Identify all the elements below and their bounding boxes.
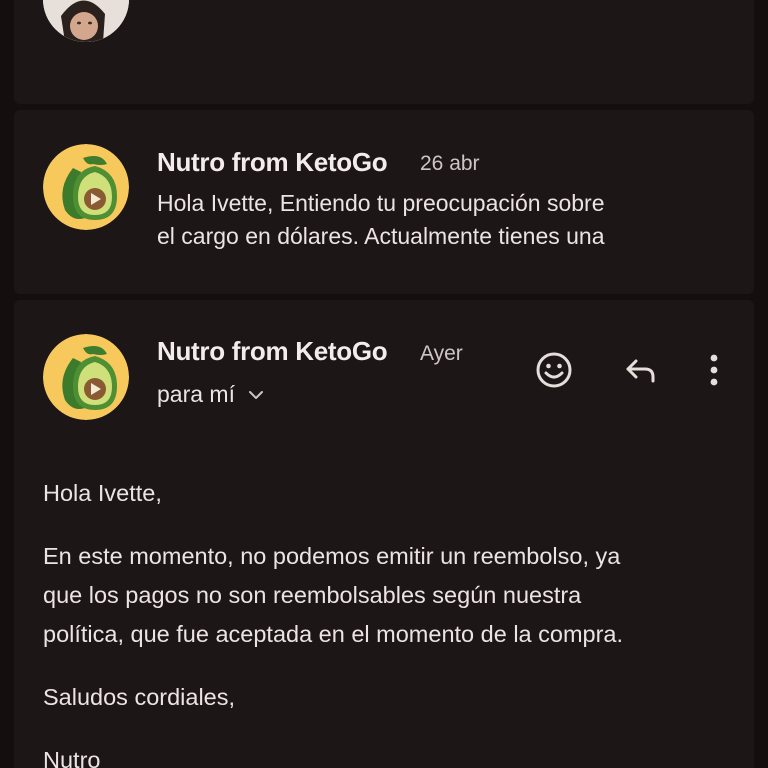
avocado-icon [43,144,129,230]
message-snippet-line-1: Hola Ivette, Entiendo tu preocupación so… [157,190,605,216]
more-options-button[interactable] [690,346,738,394]
message-date: Ayer [420,342,463,365]
more-options-icon [710,354,718,386]
email-thread-screen: Nutro from KetoGo 26 abr Hola Ivette, En… [0,0,768,768]
email-paragraph-line-3: política, que fue aceptada en el momento… [43,621,624,647]
reply-icon [626,359,655,383]
message-snippet-line-2: el cargo en dólares. Actualmente tienes … [157,223,605,249]
sender-avatar[interactable] [43,334,129,420]
email-paragraph-line-2: que los pagos no son reembolsables según… [43,582,582,608]
email-paragraph-line-1: En este momento, no podemos emitir un re… [43,543,621,569]
reply-button[interactable] [616,346,664,394]
sender-name: Nutro from KetoGo [157,147,388,177]
sender-name: Nutro from KetoGo [157,336,388,366]
chevron-down-icon [248,390,263,399]
emoji-reaction-icon [536,352,572,388]
message-date: 26 abr [420,152,480,175]
recipient-toggle[interactable]: para mí [157,381,265,408]
email-closing: Saludos cordiales, [43,684,236,710]
email-signature: Nutro [43,747,101,768]
emoji-reaction-button[interactable] [530,346,578,394]
email-greeting: Hola Ivette, [43,480,162,506]
recipient-label: para mí [157,381,235,407]
sender-avatar[interactable] [43,144,129,230]
avocado-icon [43,334,129,420]
